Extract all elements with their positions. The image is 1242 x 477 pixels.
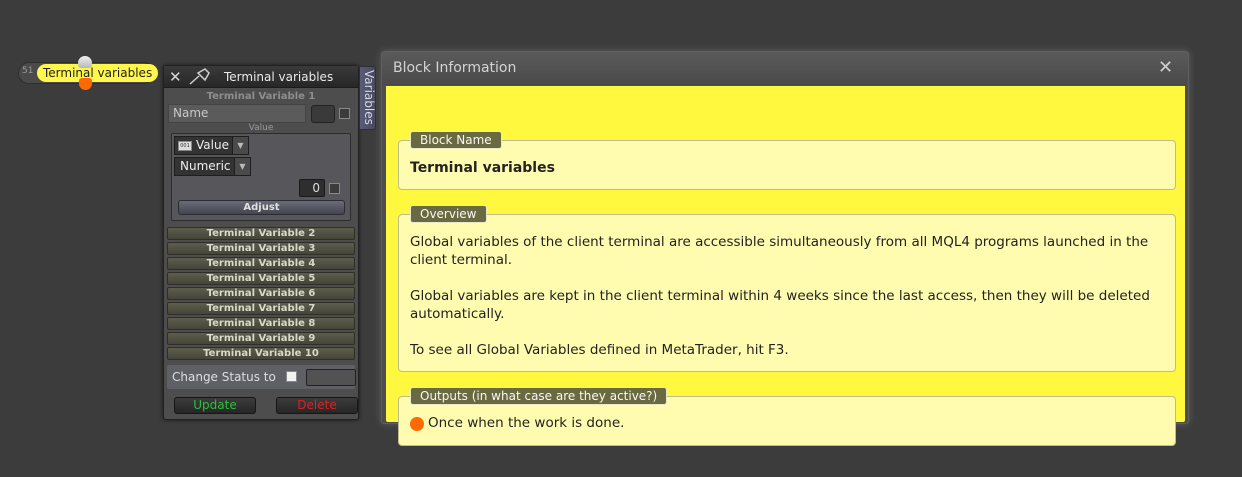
block-node-id: 51	[22, 66, 34, 76]
info-window-header: Block Information ✕	[382, 52, 1188, 85]
variable-row[interactable]: Terminal Variable 6	[167, 287, 355, 300]
close-icon[interactable]: ✕	[1158, 58, 1173, 78]
color-swatch[interactable]	[311, 105, 335, 123]
block-name-section: Block Name Terminal variables	[398, 131, 1176, 190]
variable-list: Terminal Variable 2 Terminal Variable 3 …	[167, 227, 355, 362]
variable-row[interactable]: Terminal Variable 3	[167, 242, 355, 255]
block-information-window: Block Information ✕ Block Name Terminal …	[381, 51, 1189, 446]
value-checkbox[interactable]	[329, 183, 340, 194]
variables-side-tab[interactable]: Variables	[359, 66, 376, 130]
variable-row[interactable]: Terminal Variable 2	[167, 227, 355, 240]
block-node-title[interactable]: Terminal variables	[37, 64, 159, 82]
variable-row[interactable]: Terminal Variable 4	[167, 257, 355, 270]
variable-row[interactable]: Terminal Variable 10	[167, 347, 355, 360]
overview-paragraph: Global variables are kept in the client …	[410, 288, 1150, 322]
terminal-variables-panel: ✕ Terminal variables Terminal Variable 1…	[163, 65, 359, 420]
change-status-field[interactable]	[306, 369, 356, 386]
value-caption: Value	[248, 123, 274, 133]
variable-row[interactable]: Terminal Variable 9	[167, 332, 355, 345]
overview-paragraph: To see all Global Variables defined in M…	[410, 342, 789, 358]
overview-label: Overview	[410, 205, 487, 223]
overview-paragraph: Global variables of the client terminal …	[410, 234, 1149, 268]
change-status-label: Change Status to	[172, 370, 276, 384]
adjust-button[interactable]: Adjust	[178, 200, 345, 215]
variable-row[interactable]: Terminal Variable 5	[167, 272, 355, 285]
name-field[interactable]: Name	[168, 104, 306, 123]
output-dot-icon	[410, 417, 424, 431]
type-dropdown-label: Value	[196, 138, 229, 152]
output-connector[interactable]	[79, 78, 92, 90]
info-body: Block Name Terminal variables Overview G…	[386, 86, 1185, 446]
update-button[interactable]: Update	[174, 397, 256, 414]
panel-header: ✕ Terminal variables	[164, 66, 358, 88]
block-node[interactable]: 51 Terminal variables	[18, 56, 159, 90]
variable-row[interactable]: Terminal Variable 7	[167, 302, 355, 315]
output-description: Once when the work is done.	[428, 415, 625, 431]
canvas: 51 Terminal variables ✕ Terminal variabl…	[0, 0, 1242, 477]
delete-button[interactable]: Delete	[276, 397, 358, 414]
block-name-value: Terminal variables	[410, 160, 555, 176]
info-window-title: Block Information	[393, 60, 517, 76]
variables-side-tab-label: Variables	[362, 70, 376, 125]
value-group: 001 Value ▼ Numeric ▼ 0 Adjust	[171, 133, 351, 221]
numeric-dropdown[interactable]: Numeric ▼	[174, 157, 251, 176]
close-icon[interactable]: ✕	[169, 68, 182, 86]
change-status-bar: Change Status to	[167, 365, 356, 389]
block-name-label: Block Name	[410, 131, 502, 149]
value-input[interactable]: 0	[299, 179, 325, 197]
variable-row[interactable]: Terminal Variable 8	[167, 317, 355, 330]
value-type-icon: 001	[178, 141, 192, 151]
variable-subtitle: Terminal Variable 1	[206, 91, 316, 102]
change-status-checkbox[interactable]	[286, 371, 297, 382]
pin-icon[interactable]	[188, 68, 210, 86]
name-checkbox[interactable]	[339, 108, 350, 119]
chevron-down-icon[interactable]: ▼	[234, 158, 250, 175]
panel-title: Terminal variables	[224, 70, 334, 84]
input-connector[interactable]	[78, 56, 92, 68]
chevron-down-icon[interactable]: ▼	[232, 137, 248, 154]
overview-section: Overview Global variables of the client …	[398, 205, 1176, 372]
type-dropdown[interactable]: 001 Value ▼	[174, 136, 249, 155]
outputs-section: Outputs (in what case are they active?) …	[398, 387, 1176, 446]
outputs-label: Outputs (in what case are they active?)	[410, 387, 668, 405]
numeric-dropdown-label: Numeric	[180, 159, 231, 173]
